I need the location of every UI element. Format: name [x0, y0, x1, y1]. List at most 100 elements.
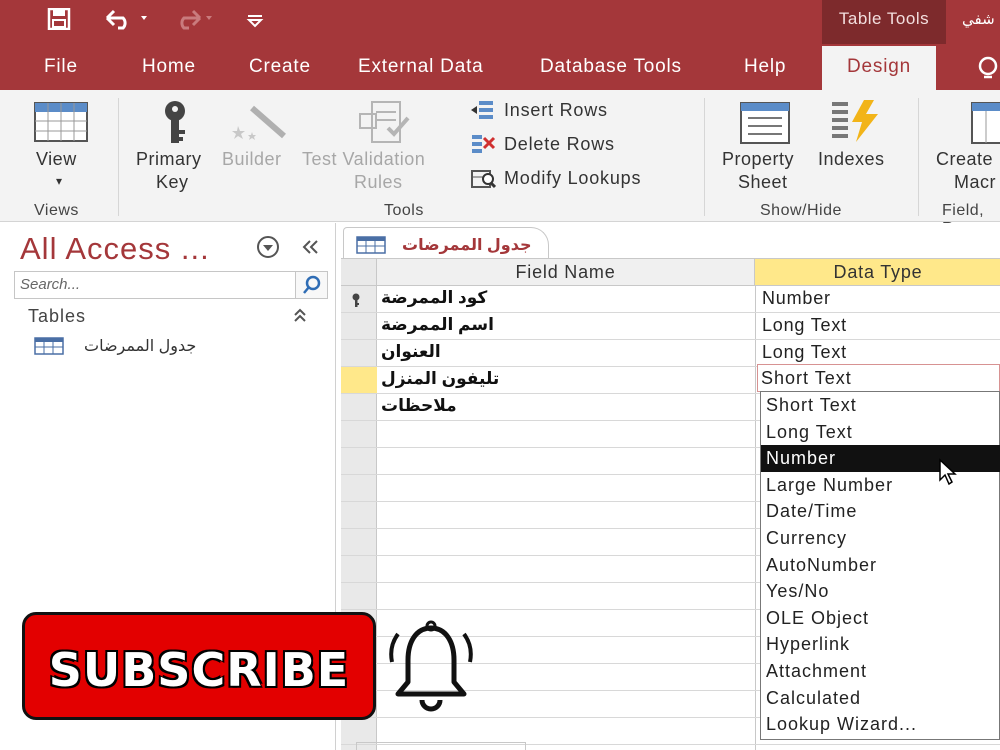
nav-item-label: جدول الممرضات [84, 338, 197, 355]
views-group-label: Views [34, 202, 79, 219]
insert-rows-icon [471, 101, 493, 119]
document-tab[interactable]: جدول الممرضات [343, 227, 549, 260]
subscribe-button[interactable]: SUBSCRIBE [22, 612, 376, 720]
key-icon [165, 101, 185, 143]
customize-toolbar-icon[interactable] [246, 8, 264, 34]
test-validation-label-1: Test Validation [302, 149, 426, 169]
test-validation-label-2: Rules [354, 172, 403, 192]
property-sheet-label-1: Property [722, 149, 795, 169]
search-icon [303, 275, 321, 294]
group-separator [704, 98, 705, 216]
search-placeholder: Search... [20, 276, 81, 293]
search-button[interactable] [295, 271, 328, 299]
row-selector-active[interactable] [341, 367, 377, 393]
table-tools-context: Table Tools [822, 0, 946, 44]
title-bar: Table Tools شفي File Home Create Externa… [0, 0, 1000, 90]
dropdown-option[interactable]: AutoNumber [761, 552, 1000, 579]
primary-key-label-2: Key [156, 172, 189, 192]
dropdown-option[interactable]: OLE Object [761, 605, 1000, 632]
data-type-combobox[interactable]: Short Text [757, 364, 1000, 392]
tab-home[interactable]: Home [142, 56, 196, 78]
delete-rows-button[interactable]: Delete Rows [470, 131, 615, 157]
dropdown-option[interactable]: Long Text [761, 419, 1000, 446]
create-macros-label-1: Create [936, 149, 994, 169]
lightbulb-icon[interactable] [976, 56, 1000, 88]
chevron-down-icon: ▾ [56, 174, 63, 188]
field-name-cell[interactable]: كود الممرضة [381, 288, 487, 308]
tab-create[interactable]: Create [249, 56, 311, 78]
dropdown-option[interactable]: Date/Time [761, 498, 1000, 525]
data-type-header[interactable]: Data Type [755, 259, 1000, 286]
data-type-cell[interactable]: Number [762, 288, 831, 309]
datasheet-view-icon [34, 102, 88, 142]
dropdown-option[interactable]: Hyperlink [761, 631, 1000, 658]
indexes-label: Indexes [818, 149, 885, 169]
dropdown-option[interactable]: Currency [761, 525, 1000, 552]
collapse-section-icon[interactable] [292, 307, 308, 327]
dropdown-option[interactable]: Attachment [761, 658, 1000, 685]
bell-icon[interactable] [386, 620, 476, 716]
dropdown-option[interactable]: Lookup Wizard... [761, 711, 1000, 738]
dropdown-option[interactable]: Large Number [761, 472, 1000, 499]
showhide-group-label: Show/Hide [760, 202, 842, 219]
modify-lookups-icon [471, 170, 496, 189]
dropdown-option-highlighted[interactable]: Number [761, 445, 1000, 472]
table-icon [34, 337, 64, 355]
tab-database-tools[interactable]: Database Tools [540, 56, 682, 78]
tab-file[interactable]: File [44, 56, 78, 78]
field-name-cell[interactable]: العنوان [381, 342, 441, 362]
tab-design[interactable]: Design [822, 46, 936, 90]
tab-external-data[interactable]: External Data [358, 56, 484, 78]
undo-icon[interactable] [103, 8, 149, 34]
document-tab-label: جدول الممرضات [402, 237, 532, 254]
table-icon [356, 236, 386, 254]
table-row[interactable]: العنوان Long Text [341, 340, 1000, 367]
nav-menu-icon[interactable] [256, 235, 280, 265]
indexes-icon [832, 100, 878, 142]
collapse-pane-icon[interactable] [300, 237, 320, 263]
modify-lookups-button[interactable]: Modify Lookups [470, 165, 641, 191]
dropdown-option[interactable]: Yes/No [761, 578, 1000, 605]
insert-rows-button[interactable]: Insert Rows [470, 97, 608, 123]
data-type-cell[interactable]: Long Text [762, 315, 847, 336]
redo-icon [170, 8, 216, 34]
group-separator [918, 98, 919, 216]
tables-section-header[interactable]: Tables [28, 306, 86, 327]
dropdown-option[interactable]: Calculated [761, 685, 1000, 712]
field-name-cell[interactable]: ملاحظات [381, 396, 457, 416]
subscribe-label: SUBSCRIBE [48, 643, 350, 697]
tools-group-label: Tools [384, 202, 424, 219]
property-sheet-label-2: Sheet [738, 172, 788, 192]
field-name-cell[interactable]: اسم الممرضة [381, 315, 494, 335]
property-sheet-icon [740, 102, 790, 144]
data-type-dropdown[interactable]: Short Text Long Text Number Large Number… [760, 391, 1000, 740]
field-name-cell[interactable]: تليفون المنزل [381, 369, 499, 389]
save-icon[interactable] [46, 7, 72, 34]
primary-key-label-1: Primary [136, 149, 202, 169]
mouse-cursor-icon [939, 458, 957, 486]
delete-rows-icon [472, 135, 496, 153]
view-label: View [36, 149, 77, 169]
tab-help[interactable]: Help [744, 56, 786, 78]
builder-label: Builder [222, 149, 282, 169]
ribbon: View ▾ Views Primary Key Builder Test Va… [0, 90, 1000, 237]
nav-pane-title[interactable]: All Access ... [20, 231, 210, 267]
modify-lookups-label: Modify Lookups [504, 167, 642, 188]
table-row[interactable]: كود الممرضة Number [341, 286, 1000, 313]
delete-rows-label: Delete Rows [504, 133, 615, 154]
group-separator [118, 98, 119, 216]
data-type-current-value: Short Text [761, 368, 852, 388]
insert-rows-label: Insert Rows [504, 99, 608, 120]
search-input[interactable]: Search... [14, 271, 328, 299]
macro-icon [971, 102, 1000, 144]
table-row[interactable]: اسم الممرضة Long Text [341, 313, 1000, 340]
validation-icon [359, 101, 410, 143]
data-type-cell[interactable]: Long Text [762, 342, 847, 363]
nav-item-table[interactable]: جدول الممرضات [34, 336, 196, 356]
wand-icon [232, 105, 286, 140]
field-name-header[interactable]: Field Name [377, 259, 755, 286]
primary-key-icon [352, 293, 360, 307]
window-title: شفي [962, 11, 995, 28]
dropdown-option[interactable]: Short Text [761, 392, 1000, 419]
bottom-tabs [356, 742, 526, 750]
